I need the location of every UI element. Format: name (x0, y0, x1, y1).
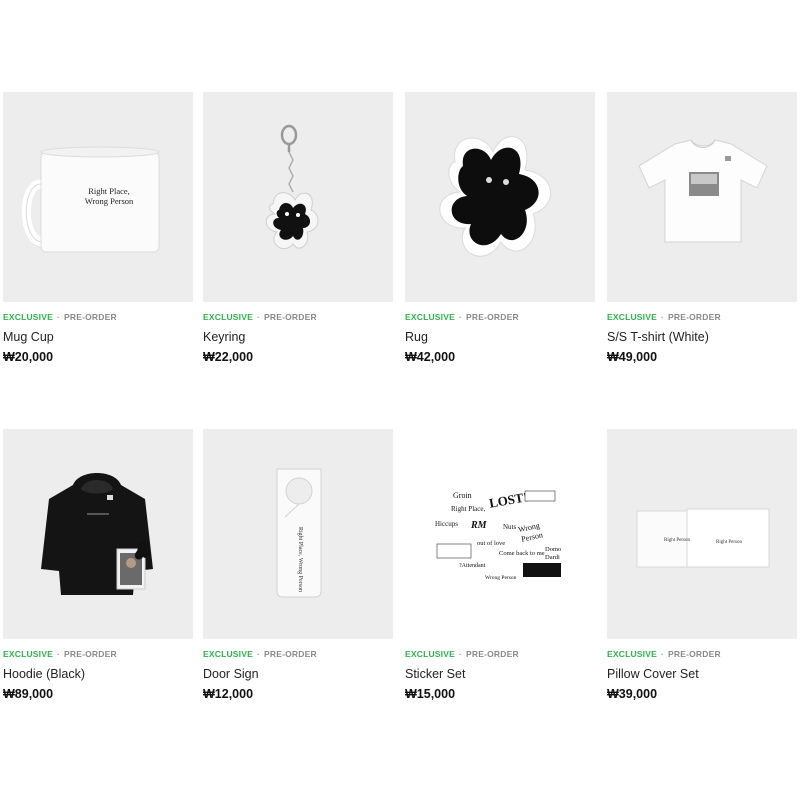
product-image-mug-cup[interactable]: Right Place, Wrong Person (3, 92, 193, 302)
product-card-pillow-cover-set[interactable]: Right Person Right Person EXCLUSIVE · PRE-… (607, 429, 797, 701)
tag-separator: · (660, 312, 665, 322)
sticker-nuts: Nuts (503, 523, 517, 531)
exclusive-badge: EXCLUSIVE (203, 649, 253, 659)
product-card-door-sign[interactable]: Right Place, Wrong Person EXCLUSIVE · PRE-… (203, 429, 393, 701)
product-price: ₩22,000 (203, 350, 254, 364)
preorder-badge: PRE-ORDER (668, 649, 721, 659)
product-tags: EXCLUSIVE · PRE-ORDER (405, 312, 595, 324)
sticker-attendant: ?Attendant (459, 563, 486, 569)
mug-print-line2: Wrong Person (85, 196, 134, 206)
sticker-domo: Domo (545, 546, 561, 553)
product-price: ₩89,000 (3, 687, 54, 701)
preorder-badge: PRE-ORDER (668, 312, 721, 322)
tag-separator: · (256, 649, 261, 659)
product-tags: EXCLUSIVE · PRE-ORDER (607, 649, 797, 661)
product-price: ₩42,000 (405, 350, 456, 364)
product-card-mug-cup[interactable]: Right Place, Wrong Person EXCLUSIVE · PRE-… (3, 92, 193, 364)
product-card-rug[interactable]: EXCLUSIVE · PRE-ORDER Rug ₩42,000 (405, 92, 595, 364)
tag-separator: · (56, 649, 61, 659)
sticker-out-of-love: out of love (477, 540, 505, 547)
product-name[interactable]: Pillow Cover Set (607, 667, 797, 681)
door-sign-print: Right Place, Wrong Person (297, 527, 303, 592)
product-card-sticker-set[interactable]: Groin LOST! Right Place, RM Nuts Hiccups… (405, 429, 595, 701)
exclusive-badge: EXCLUSIVE (3, 312, 53, 322)
product-price: ₩20,000 (3, 350, 54, 364)
product-name[interactable]: Hoodie (Black) (3, 667, 193, 681)
product-grid: Right Place, Wrong Person EXCLUSIVE · PRE-… (0, 0, 800, 800)
pillow-print-2: Right Person (716, 540, 742, 545)
product-tags: EXCLUSIVE · PRE-ORDER (3, 312, 193, 324)
pillow-print-1: Right Person (664, 538, 690, 543)
sticker-wrong-person: Wrong Person (485, 575, 517, 581)
product-tags: EXCLUSIVE · PRE-ORDER (203, 312, 393, 324)
exclusive-badge: EXCLUSIVE (607, 312, 657, 322)
tag-separator: · (56, 312, 61, 322)
exclusive-badge: EXCLUSIVE (405, 312, 455, 322)
sticker-groin: Groin (453, 491, 472, 500)
sticker-come-back: Come back to me (499, 550, 545, 557)
product-price: ₩15,000 (405, 687, 456, 701)
sticker-hiccups: Hiccups (435, 520, 458, 528)
product-image-sticker-set[interactable]: Groin LOST! Right Place, RM Nuts Hiccups… (405, 429, 595, 639)
product-name[interactable]: S/S T-shirt (White) (607, 330, 797, 344)
product-price: ₩39,000 (607, 687, 658, 701)
product-tags: EXCLUSIVE · PRE-ORDER (607, 312, 797, 324)
product-image-keyring[interactable] (203, 92, 393, 302)
product-card-tshirt-white[interactable]: EXCLUSIVE · PRE-ORDER S/S T-shirt (White) … (607, 92, 797, 364)
product-tags: EXCLUSIVE · PRE-ORDER (3, 649, 193, 661)
tag-separator: · (458, 312, 463, 322)
preorder-badge: PRE-ORDER (64, 312, 117, 322)
product-name[interactable]: Door Sign (203, 667, 393, 681)
preorder-badge: PRE-ORDER (264, 649, 317, 659)
sticker-right-place: Right Place, (451, 505, 485, 513)
exclusive-badge: EXCLUSIVE (405, 649, 455, 659)
product-name[interactable]: Rug (405, 330, 595, 344)
tag-separator: · (660, 649, 665, 659)
product-image-pillow-cover-set[interactable]: Right Person Right Person (607, 429, 797, 639)
product-image-door-sign[interactable]: Right Place, Wrong Person (203, 429, 393, 639)
preorder-badge: PRE-ORDER (466, 312, 519, 322)
preorder-badge: PRE-ORDER (466, 649, 519, 659)
sticker-dardi: Dardi (545, 554, 560, 561)
product-name[interactable]: Keyring (203, 330, 393, 344)
product-card-keyring[interactable]: EXCLUSIVE · PRE-ORDER Keyring ₩22,000 (203, 92, 393, 364)
exclusive-badge: EXCLUSIVE (203, 312, 253, 322)
tag-separator: · (256, 312, 261, 322)
exclusive-badge: EXCLUSIVE (3, 649, 53, 659)
preorder-badge: PRE-ORDER (264, 312, 317, 322)
product-tags: EXCLUSIVE · PRE-ORDER (203, 649, 393, 661)
product-name[interactable]: Sticker Set (405, 667, 595, 681)
tag-separator: · (458, 649, 463, 659)
product-price: ₩49,000 (607, 350, 658, 364)
product-card-hoodie-black[interactable]: EXCLUSIVE · PRE-ORDER Hoodie (Black) ₩89,0… (3, 429, 193, 701)
exclusive-badge: EXCLUSIVE (607, 649, 657, 659)
product-image-hoodie[interactable] (3, 429, 193, 639)
preorder-badge: PRE-ORDER (64, 649, 117, 659)
product-name[interactable]: Mug Cup (3, 330, 193, 344)
mug-print-line1: Right Place, (88, 186, 130, 196)
product-image-tshirt[interactable] (607, 92, 797, 302)
product-tags: EXCLUSIVE · PRE-ORDER (405, 649, 595, 661)
product-image-rug[interactable] (405, 92, 595, 302)
product-price: ₩12,000 (203, 687, 254, 701)
sticker-rm: RM (470, 520, 488, 531)
